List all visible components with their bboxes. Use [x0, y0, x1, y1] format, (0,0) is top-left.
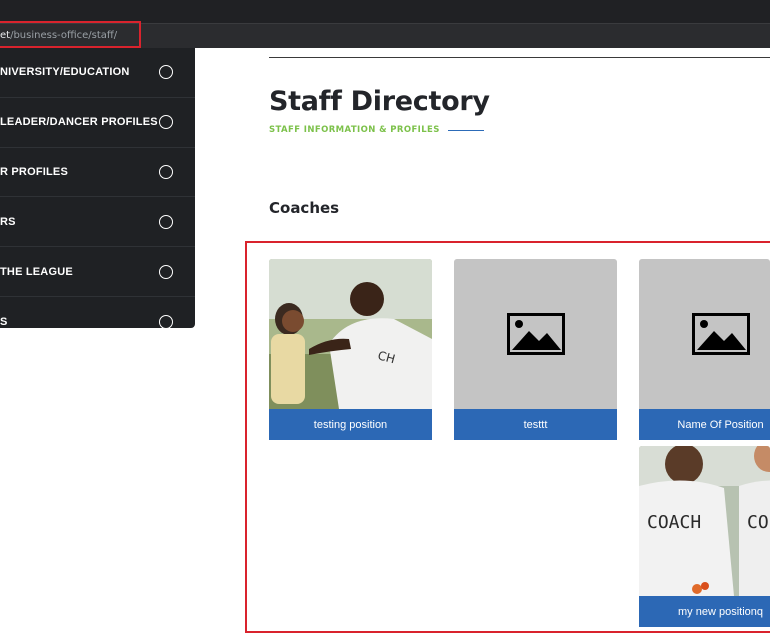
photo-coach-shirts: COACH CO — [639, 446, 770, 596]
section-title: Coaches — [269, 199, 340, 217]
menu-item-rs[interactable]: RS — [0, 197, 195, 248]
circle-icon — [159, 264, 173, 279]
page-subtitle: STAFF INFORMATION & PROFILES — [269, 125, 440, 135]
staff-card[interactable]: COACH CO my new positionq — [639, 446, 770, 627]
staff-photo[interactable]: COACH CO — [639, 446, 770, 596]
staff-position[interactable]: testing position — [269, 409, 432, 440]
circle-icon — [159, 214, 173, 229]
dropdown-menu: NIVERSITY/EDUCATION LEADER/DANCER PROFIL… — [0, 48, 195, 329]
photo-coach-with-child: CH — [269, 259, 432, 409]
staff-photo[interactable]: CH — [269, 259, 432, 409]
menu-item-education[interactable]: NIVERSITY/EDUCATION — [0, 48, 195, 98]
staff-photo[interactable] — [454, 259, 617, 409]
menu-item-profiles[interactable]: R PROFILES — [0, 148, 195, 198]
subtitle-underline — [447, 129, 484, 131]
staff-photo[interactable] — [639, 259, 770, 409]
menu-item-label: S — [0, 315, 8, 328]
placeholder-image-icon — [506, 313, 565, 355]
page-title: Staff Directory — [269, 86, 490, 117]
header-divider — [269, 57, 770, 58]
menu-item-label: THE LEAGUE — [0, 265, 73, 278]
menu-item-label: LEADER/DANCER PROFILES — [0, 116, 158, 129]
staff-card[interactable]: CH testing position — [269, 259, 432, 440]
svg-text:COACH: COACH — [647, 512, 701, 533]
menu-item-label: NIVERSITY/EDUCATION — [0, 66, 130, 79]
url-highlight-box — [0, 21, 141, 48]
browser-top-strip — [0, 0, 770, 23]
menu-item-label: RS — [0, 215, 16, 228]
staff-card[interactable]: testtt — [454, 259, 617, 440]
menu-item-s[interactable]: S — [0, 297, 195, 347]
subtitle-row: STAFF INFORMATION & PROFILES — [269, 125, 484, 135]
svg-text:CO: CO — [747, 512, 769, 533]
placeholder-image-icon — [691, 313, 750, 355]
staff-position[interactable]: testtt — [454, 409, 617, 440]
staff-position[interactable]: Name Of Position — [639, 409, 770, 440]
circle-icon — [159, 115, 173, 130]
menu-item-the-league[interactable]: THE LEAGUE — [0, 247, 195, 297]
circle-icon — [159, 314, 173, 329]
circle-icon — [159, 164, 173, 179]
staff-card[interactable]: Name Of Position — [639, 259, 770, 440]
menu-item-label: R PROFILES — [0, 165, 69, 178]
circle-icon — [159, 65, 173, 80]
staff-position[interactable]: my new positionq — [639, 596, 770, 627]
menu-item-dancer-profiles[interactable]: LEADER/DANCER PROFILES — [0, 98, 195, 148]
